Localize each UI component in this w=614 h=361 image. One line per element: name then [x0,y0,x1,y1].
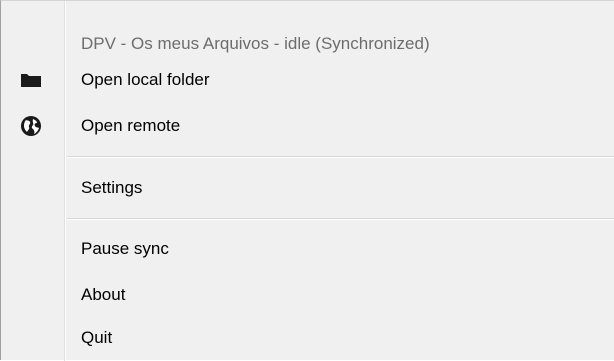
menu-item-label: Open remote [81,116,181,135]
menu-item-open-remote[interactable]: Open remote [1,108,614,144]
menu-item-settings[interactable]: Settings [1,170,614,206]
menu-item-label: Open local folder [81,70,210,89]
menu-item-pause-sync[interactable]: Pause sync [1,231,614,267]
menu-separator [67,156,614,158]
globe-icon [20,116,42,136]
menu-item-open-local-folder[interactable]: Open local folder [1,62,614,98]
sync-status-label: DPV - Os meus Arquivos - idle (Synchroni… [81,34,430,53]
menu-item-label: Quit [81,328,113,347]
menu-item-label: About [81,285,126,304]
folder-icon [20,71,42,89]
menu-item-label: Settings [81,178,143,197]
menu-item-quit[interactable]: Quit [1,320,614,356]
menu-item-about[interactable]: About [1,277,614,313]
menu-separator [67,218,614,220]
menu-item-label: Pause sync [81,239,169,258]
menu-item-status: DPV - Os meus Arquivos - idle (Synchroni… [1,26,614,62]
tray-context-menu: DPV - Os meus Arquivos - idle (Synchroni… [0,0,614,361]
